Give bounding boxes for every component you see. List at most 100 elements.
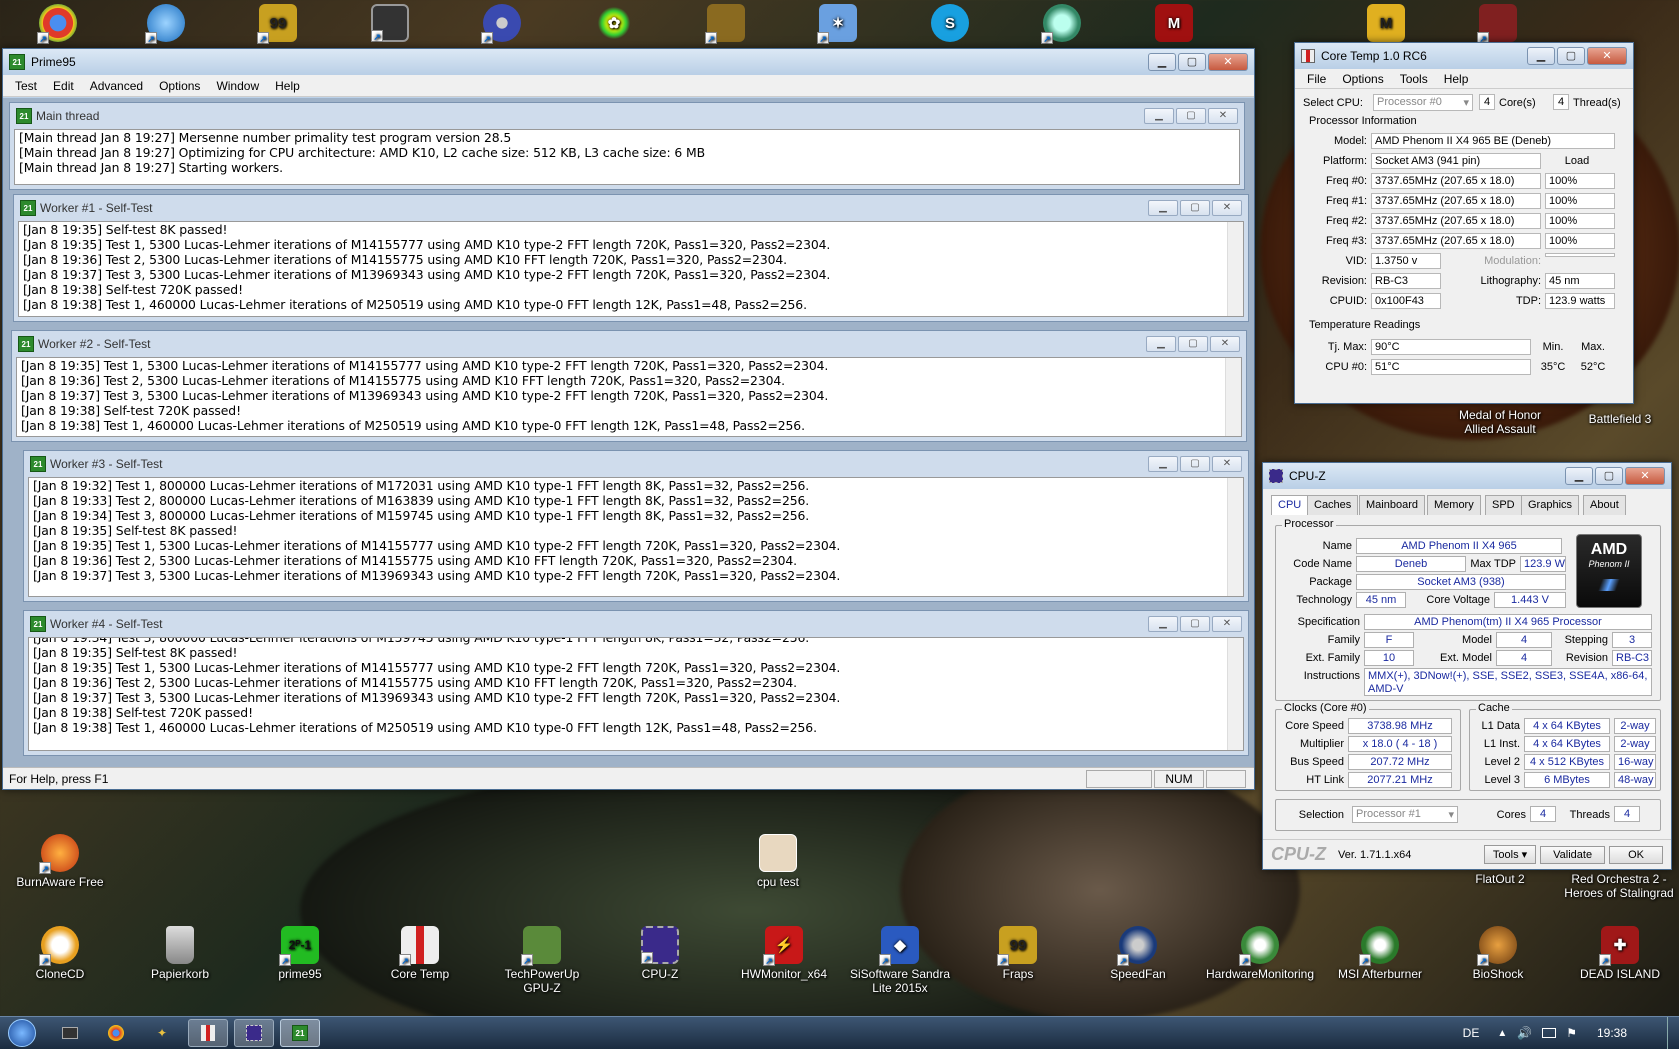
close-button[interactable]: ✕ xyxy=(1212,456,1242,472)
tab-memory[interactable]: Memory xyxy=(1427,495,1481,515)
menu-edit[interactable]: Edit xyxy=(45,79,82,93)
desktop-icon-gpu-z[interactable]: ↗ TechPowerUp GPU-Z xyxy=(492,926,592,995)
maximize-button[interactable]: ▢ xyxy=(1178,53,1206,71)
minimize-button[interactable]: ▁ xyxy=(1146,336,1176,352)
desktop-icon-flower[interactable]: ✿ xyxy=(566,4,662,45)
menu-test[interactable]: Test xyxy=(7,79,45,93)
desktop-icon-disc[interactable]: ↗ xyxy=(454,4,550,45)
desktop-icon-sandra[interactable]: ◆ ↗ SiSoftware Sandra Lite 2015x xyxy=(842,926,958,995)
coretemp-window[interactable]: Core Temp 1.0 RC6 ▁ ▢ ✕ File Options Tools… xyxy=(1294,42,1634,404)
desktop-icon-fraps[interactable]: 99 ↗ Fraps xyxy=(970,926,1066,981)
worker-1-window[interactable]: 21 Worker #1 - Self-Test ▁ ▢ ✕ [Jan 8 19:35]… xyxy=(13,194,1249,322)
child-titlebar[interactable]: 21 Worker #2 - Self-Test ▁ ▢ ✕ xyxy=(12,331,1246,357)
cpuz-titlebar[interactable]: CPU-Z ▁ ▢ ✕ xyxy=(1263,463,1671,489)
prime95-titlebar[interactable]: 21 Prime95 ▁ ▢ ✕ xyxy=(3,49,1254,75)
child-titlebar[interactable]: 21 Worker #3 - Self-Test ▁ ▢ ✕ xyxy=(24,451,1248,477)
tab-mainboard[interactable]: Mainboard xyxy=(1359,495,1425,515)
desktop-icon-m-red[interactable]: M xyxy=(1126,4,1222,45)
desktop-icon-speedfan[interactable]: ↗ SpeedFan xyxy=(1090,926,1186,981)
tab-graphics[interactable]: Graphics xyxy=(1521,495,1580,515)
taskbar-game[interactable]: ✦ xyxy=(142,1019,182,1047)
menu-tools[interactable]: Tools xyxy=(1392,72,1436,86)
desktop-icon-dead-island[interactable]: ✚ ↗ DEAD ISLAND xyxy=(1570,926,1670,981)
desktop-icon-core-temp[interactable]: ↗ Core Temp xyxy=(372,926,468,981)
maximize-button[interactable]: ▢ xyxy=(1180,456,1210,472)
desktop-icon-prime95[interactable]: 2ᴾ-1 ↗ prime95 xyxy=(252,926,348,981)
validate-button[interactable]: Validate xyxy=(1540,845,1606,864)
select-cpu-dropdown[interactable]: Processor #0 ▾ xyxy=(1373,94,1473,111)
coretemp-titlebar[interactable]: Core Temp 1.0 RC6 ▁ ▢ ✕ xyxy=(1295,43,1633,69)
desktop-icon-cpu-z[interactable]: ↗ CPU-Z xyxy=(612,926,708,981)
vertical-scrollbar[interactable] xyxy=(1227,638,1243,750)
child-titlebar[interactable]: 21 Worker #1 - Self-Test ▁ ▢ ✕ xyxy=(14,195,1248,221)
selection-dropdown[interactable]: Processor #1 ▾ xyxy=(1352,806,1458,823)
ok-button[interactable]: OK xyxy=(1609,845,1663,864)
minimize-button[interactable]: ▁ xyxy=(1527,47,1555,65)
taskbar-prime95[interactable]: 21 xyxy=(280,1019,320,1047)
menu-window[interactable]: Window xyxy=(208,79,267,93)
tab-caches[interactable]: Caches xyxy=(1307,495,1359,515)
clock[interactable]: 19:38 xyxy=(1597,1026,1627,1040)
desktop-icon-browser[interactable]: ↗ xyxy=(118,4,214,45)
menu-help[interactable]: Help xyxy=(267,79,308,93)
desktop-icon-fraps-top[interactable]: 99 ↗ xyxy=(230,4,326,45)
desktop-icon-game1[interactable]: ↗ xyxy=(678,4,774,45)
worker-3-window[interactable]: 21 Worker #3 - Self-Test ▁ ▢ ✕ [Jan 8 19:32]… xyxy=(23,450,1249,602)
vertical-scrollbar[interactable] xyxy=(1227,222,1243,316)
language-indicator[interactable]: DE xyxy=(1463,1026,1480,1040)
maximize-button[interactable]: ▢ xyxy=(1595,467,1623,485)
desktop-icon-burnaware[interactable]: ↗ BurnAware Free xyxy=(12,834,108,889)
cpuz-window[interactable]: CPU-Z ▁ ▢ ✕ CPU Caches Mainboard Memory SP… xyxy=(1262,462,1672,870)
show-desktop-button[interactable] xyxy=(1667,1016,1679,1049)
minimize-button[interactable]: ▁ xyxy=(1148,616,1178,632)
vertical-scrollbar[interactable] xyxy=(1227,478,1243,596)
taskbar-chrome[interactable] xyxy=(96,1019,136,1047)
minimize-button[interactable]: ▁ xyxy=(1148,200,1178,216)
worker-2-window[interactable]: 21 Worker #2 - Self-Test ▁ ▢ ✕ [Jan 8 19:35]… xyxy=(11,330,1247,442)
close-button[interactable]: ✕ xyxy=(1587,47,1627,65)
tab-about[interactable]: About xyxy=(1583,495,1626,515)
minimize-button[interactable]: ▁ xyxy=(1148,53,1176,71)
desktop-icon-hwmonitor[interactable]: ⚡ ↗ HWMonitor_x64 xyxy=(732,926,836,981)
desktop-icon-hardware-monitoring[interactable]: ↗ HardwareMonitoring xyxy=(1200,926,1320,981)
child-titlebar[interactable]: 21 Main thread ▁ ▢ ✕ xyxy=(10,103,1244,129)
maximize-button[interactable]: ▢ xyxy=(1557,47,1585,65)
desktop-icon-afterburner[interactable]: ↗ MSI Afterburner xyxy=(1330,926,1430,981)
main-thread-window[interactable]: 21 Main thread ▁ ▢ ✕ [Main thread Jan 8 19:2… xyxy=(9,102,1245,190)
taskbar-cpuz[interactable] xyxy=(234,1019,274,1047)
close-button[interactable]: ✕ xyxy=(1208,53,1248,71)
child-titlebar[interactable]: 21 Worker #4 - Self-Test ▁ ▢ ✕ xyxy=(24,611,1248,637)
desktop-icon-clonecd[interactable]: ↗ CloneCD xyxy=(12,926,108,981)
menu-advanced[interactable]: Advanced xyxy=(82,79,151,93)
close-button[interactable]: ✕ xyxy=(1208,108,1238,124)
maximize-button[interactable]: ▢ xyxy=(1178,336,1208,352)
desktop-icon-cpu-test[interactable]: cpu test xyxy=(730,834,826,889)
tab-spd[interactable]: SPD xyxy=(1485,495,1522,515)
menu-help[interactable]: Help xyxy=(1436,72,1477,86)
desktop-icon-recycle-bin[interactable]: Papierkorb xyxy=(132,926,228,981)
close-button[interactable]: ✕ xyxy=(1212,616,1242,632)
vertical-scrollbar[interactable] xyxy=(1225,358,1241,436)
minimize-button[interactable]: ▁ xyxy=(1148,456,1178,472)
menu-file[interactable]: File xyxy=(1299,72,1334,86)
menu-options[interactable]: Options xyxy=(1334,72,1391,86)
menu-options[interactable]: Options xyxy=(151,79,208,93)
desktop-icon-flatout[interactable]: FlatOut 2 xyxy=(1450,872,1550,886)
desktop-icon-medal-of-honor[interactable]: Medal of Honor Allied Assault xyxy=(1450,408,1550,436)
flag-icon[interactable]: ⚑ xyxy=(1566,1026,1577,1040)
desktop-icon-m-yellow[interactable]: M xyxy=(1338,4,1434,45)
minimize-button[interactable]: ▁ xyxy=(1565,467,1593,485)
close-button[interactable]: ✕ xyxy=(1625,467,1665,485)
desktop-icon-battlefield[interactable]: Battlefield 3 xyxy=(1570,412,1670,426)
maximize-button[interactable]: ▢ xyxy=(1180,616,1210,632)
desktop-icon-magnifier[interactable]: ↗ xyxy=(1014,4,1110,45)
desktop-icon-monitor[interactable]: ↗ xyxy=(342,4,438,45)
tray-expand-icon[interactable]: ▲ xyxy=(1497,1028,1507,1039)
desktop-icon-star[interactable]: ✶ ↗ xyxy=(790,4,886,45)
start-button[interactable] xyxy=(0,1017,44,1049)
desktop-icon-game2[interactable]: ↗ xyxy=(1450,4,1546,45)
worker-4-window[interactable]: 21 Worker #4 - Self-Test ▁ ▢ ✕ [Jan 8 19:34]… xyxy=(23,610,1249,756)
maximize-button[interactable]: ▢ xyxy=(1180,200,1210,216)
close-button[interactable]: ✕ xyxy=(1210,336,1240,352)
taskbar-coretemp[interactable] xyxy=(188,1019,228,1047)
